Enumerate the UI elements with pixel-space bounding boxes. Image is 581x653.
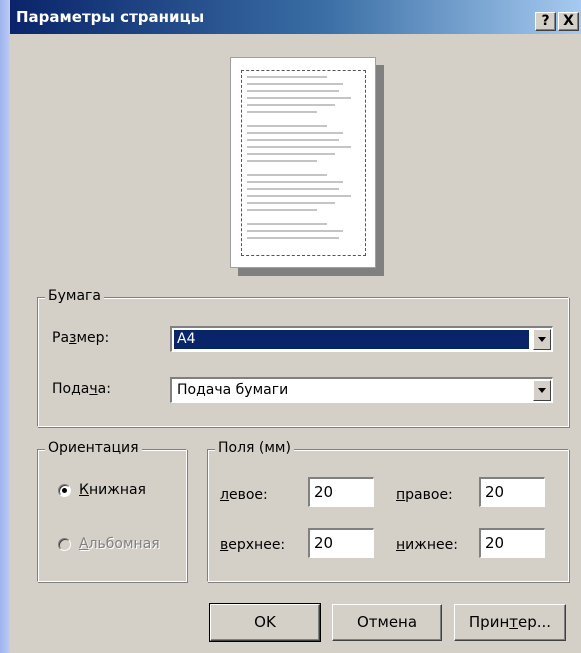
preview-text-line (247, 230, 343, 232)
paper-size-value: A4 (174, 330, 529, 349)
landscape-label[interactable]: Альбомная (79, 536, 160, 552)
chevron-down-icon (538, 388, 546, 393)
preview-text-line (247, 76, 327, 78)
paper-source-value: Подача бумаги (177, 382, 289, 398)
preview-text-line (247, 146, 351, 148)
orientation-group-label: Ориентация (45, 440, 142, 456)
help-button[interactable]: ? (535, 12, 556, 31)
preview-text-line (247, 174, 327, 176)
preview-text-line (247, 97, 351, 99)
landscape-radio[interactable] (58, 538, 71, 551)
dialog-title: Параметры страницы (16, 8, 205, 26)
preview-text-line (247, 139, 339, 141)
bottom-margin-label: нижнее: (396, 537, 458, 553)
preview-text-line (247, 125, 327, 127)
close-button[interactable]: X (558, 12, 579, 31)
preview-text-line (247, 132, 343, 134)
portrait-radio[interactable] (58, 484, 71, 497)
top-margin-input[interactable]: 20 (308, 528, 374, 558)
paper-size-combobox[interactable]: A4 (170, 326, 553, 352)
paper-source-combobox[interactable]: Подача бумаги (170, 377, 553, 403)
paper-size-dropdown-button[interactable] (533, 329, 551, 350)
top-margin-label: верхнее: (220, 537, 286, 553)
preview-text-line (247, 188, 339, 190)
page-preview (230, 57, 376, 268)
paper-source-dropdown-button[interactable] (533, 380, 551, 401)
preview-text-line (247, 223, 327, 225)
right-margin-label: правое: (396, 487, 453, 503)
portrait-label[interactable]: Книжная (79, 482, 146, 498)
paper-group-label: Бумага (45, 288, 104, 304)
source-label: Подача: (52, 381, 111, 397)
preview-text-line (247, 237, 339, 239)
margins-groupbox: Поля (мм) (207, 440, 569, 582)
preview-text-line (247, 104, 335, 106)
preview-text-line (247, 202, 335, 204)
preview-text-line (247, 90, 339, 92)
preview-text-line (247, 209, 317, 211)
paper-groupbox: Бумага (37, 288, 569, 427)
radio-dot-icon (62, 488, 67, 493)
cancel-button[interactable]: Отмена (332, 604, 442, 641)
right-margin-input[interactable]: 20 (479, 477, 545, 507)
preview-text-line (247, 195, 351, 197)
left-margin-input[interactable]: 20 (308, 477, 374, 507)
size-label: Размер: (52, 330, 110, 346)
ok-button[interactable]: OK (209, 603, 321, 642)
preview-text-line (247, 153, 335, 155)
preview-text-line (247, 83, 343, 85)
title-bar[interactable]: Параметры страницы ? X (10, 0, 581, 34)
chevron-down-icon (538, 337, 546, 342)
bottom-margin-input[interactable]: 20 (479, 528, 545, 558)
printer-button[interactable]: Принтер... (454, 604, 566, 641)
preview-text-line (247, 160, 317, 162)
preview-text-line (247, 181, 343, 183)
page-setup-dialog: Параметры страницы ? X Бумага Размер: A4… (10, 0, 581, 653)
orientation-groupbox: Ориентация (37, 440, 187, 582)
preview-text-line (247, 111, 317, 113)
margins-group-label: Поля (мм) (215, 440, 294, 456)
left-margin-label: левое: (220, 487, 268, 503)
